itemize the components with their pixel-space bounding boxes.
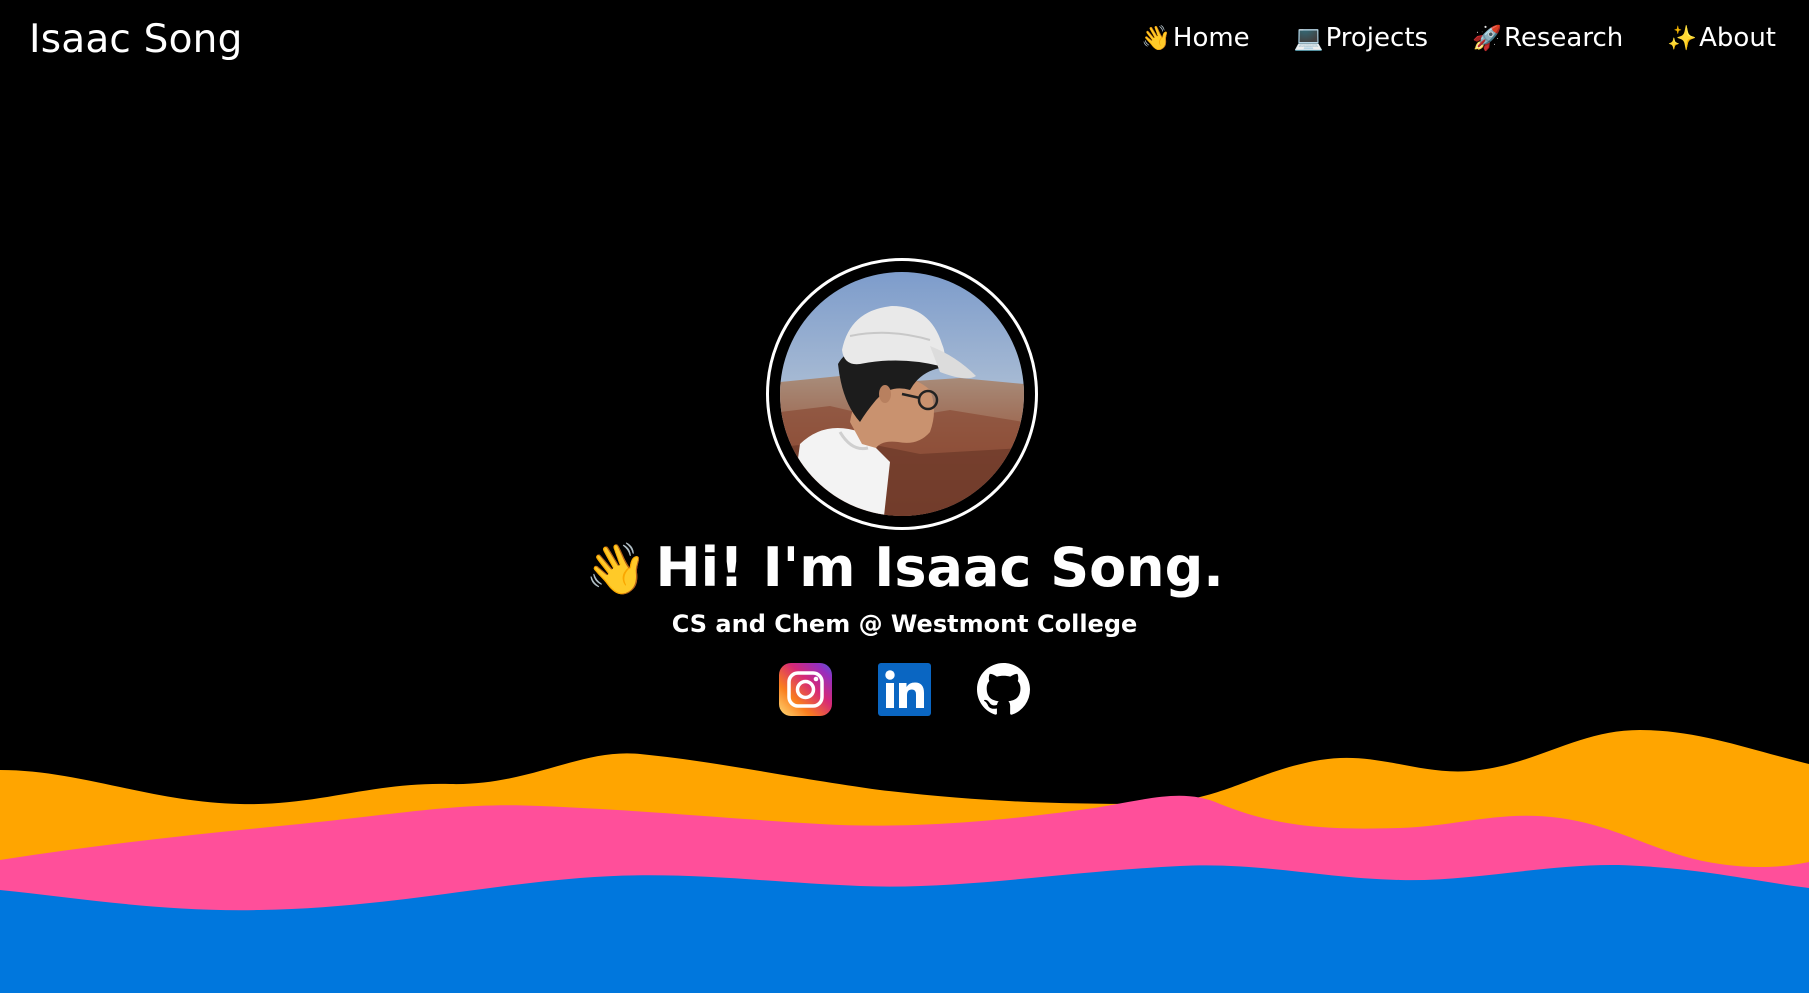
nav-item-projects[interactable]: 💻 Projects	[1294, 20, 1428, 56]
instagram-icon	[779, 663, 832, 716]
site-title[interactable]: Isaac Song	[29, 15, 243, 65]
github-icon	[977, 663, 1030, 715]
laptop-icon: 💻	[1293, 24, 1324, 52]
nav-item-about[interactable]: ✨ About	[1667, 20, 1776, 56]
waving-hand-icon: 👋	[585, 540, 648, 598]
nav-item-research[interactable]: 🚀 Research	[1472, 20, 1623, 56]
hero-subtitle: CS and Chem @ Westmont College	[671, 610, 1138, 638]
linkedin-icon	[878, 663, 931, 716]
nav-item-label: Research	[1503, 23, 1624, 53]
nav-item-home[interactable]: 👋 Home	[1141, 20, 1250, 56]
github-link[interactable]	[977, 663, 1030, 716]
avatar	[780, 272, 1024, 516]
profile-photo	[780, 272, 1024, 516]
hero-heading-text: Hi! I'm Isaac Song.	[655, 536, 1224, 599]
main-nav: 👋 Home 💻 Projects 🚀 Research ✨ About	[1141, 20, 1776, 56]
nav-item-label: Projects	[1325, 23, 1429, 53]
nav-item-label: Home	[1172, 23, 1250, 53]
social-links	[0, 663, 1809, 716]
linkedin-link[interactable]	[878, 663, 931, 716]
sparkles-icon: ✨	[1667, 24, 1698, 52]
nav-item-label: About	[1699, 23, 1776, 53]
hero-heading: 👋 Hi! I'm Isaac Song.	[0, 535, 1809, 602]
waving-hand-icon: 👋	[1141, 24, 1171, 52]
rocket-icon: 🚀	[1472, 24, 1502, 52]
instagram-link[interactable]	[779, 663, 832, 716]
page: Isaac Song 👋 Home 💻 Projects 🚀 Research …	[0, 0, 1809, 993]
decorative-waves	[0, 730, 1809, 993]
